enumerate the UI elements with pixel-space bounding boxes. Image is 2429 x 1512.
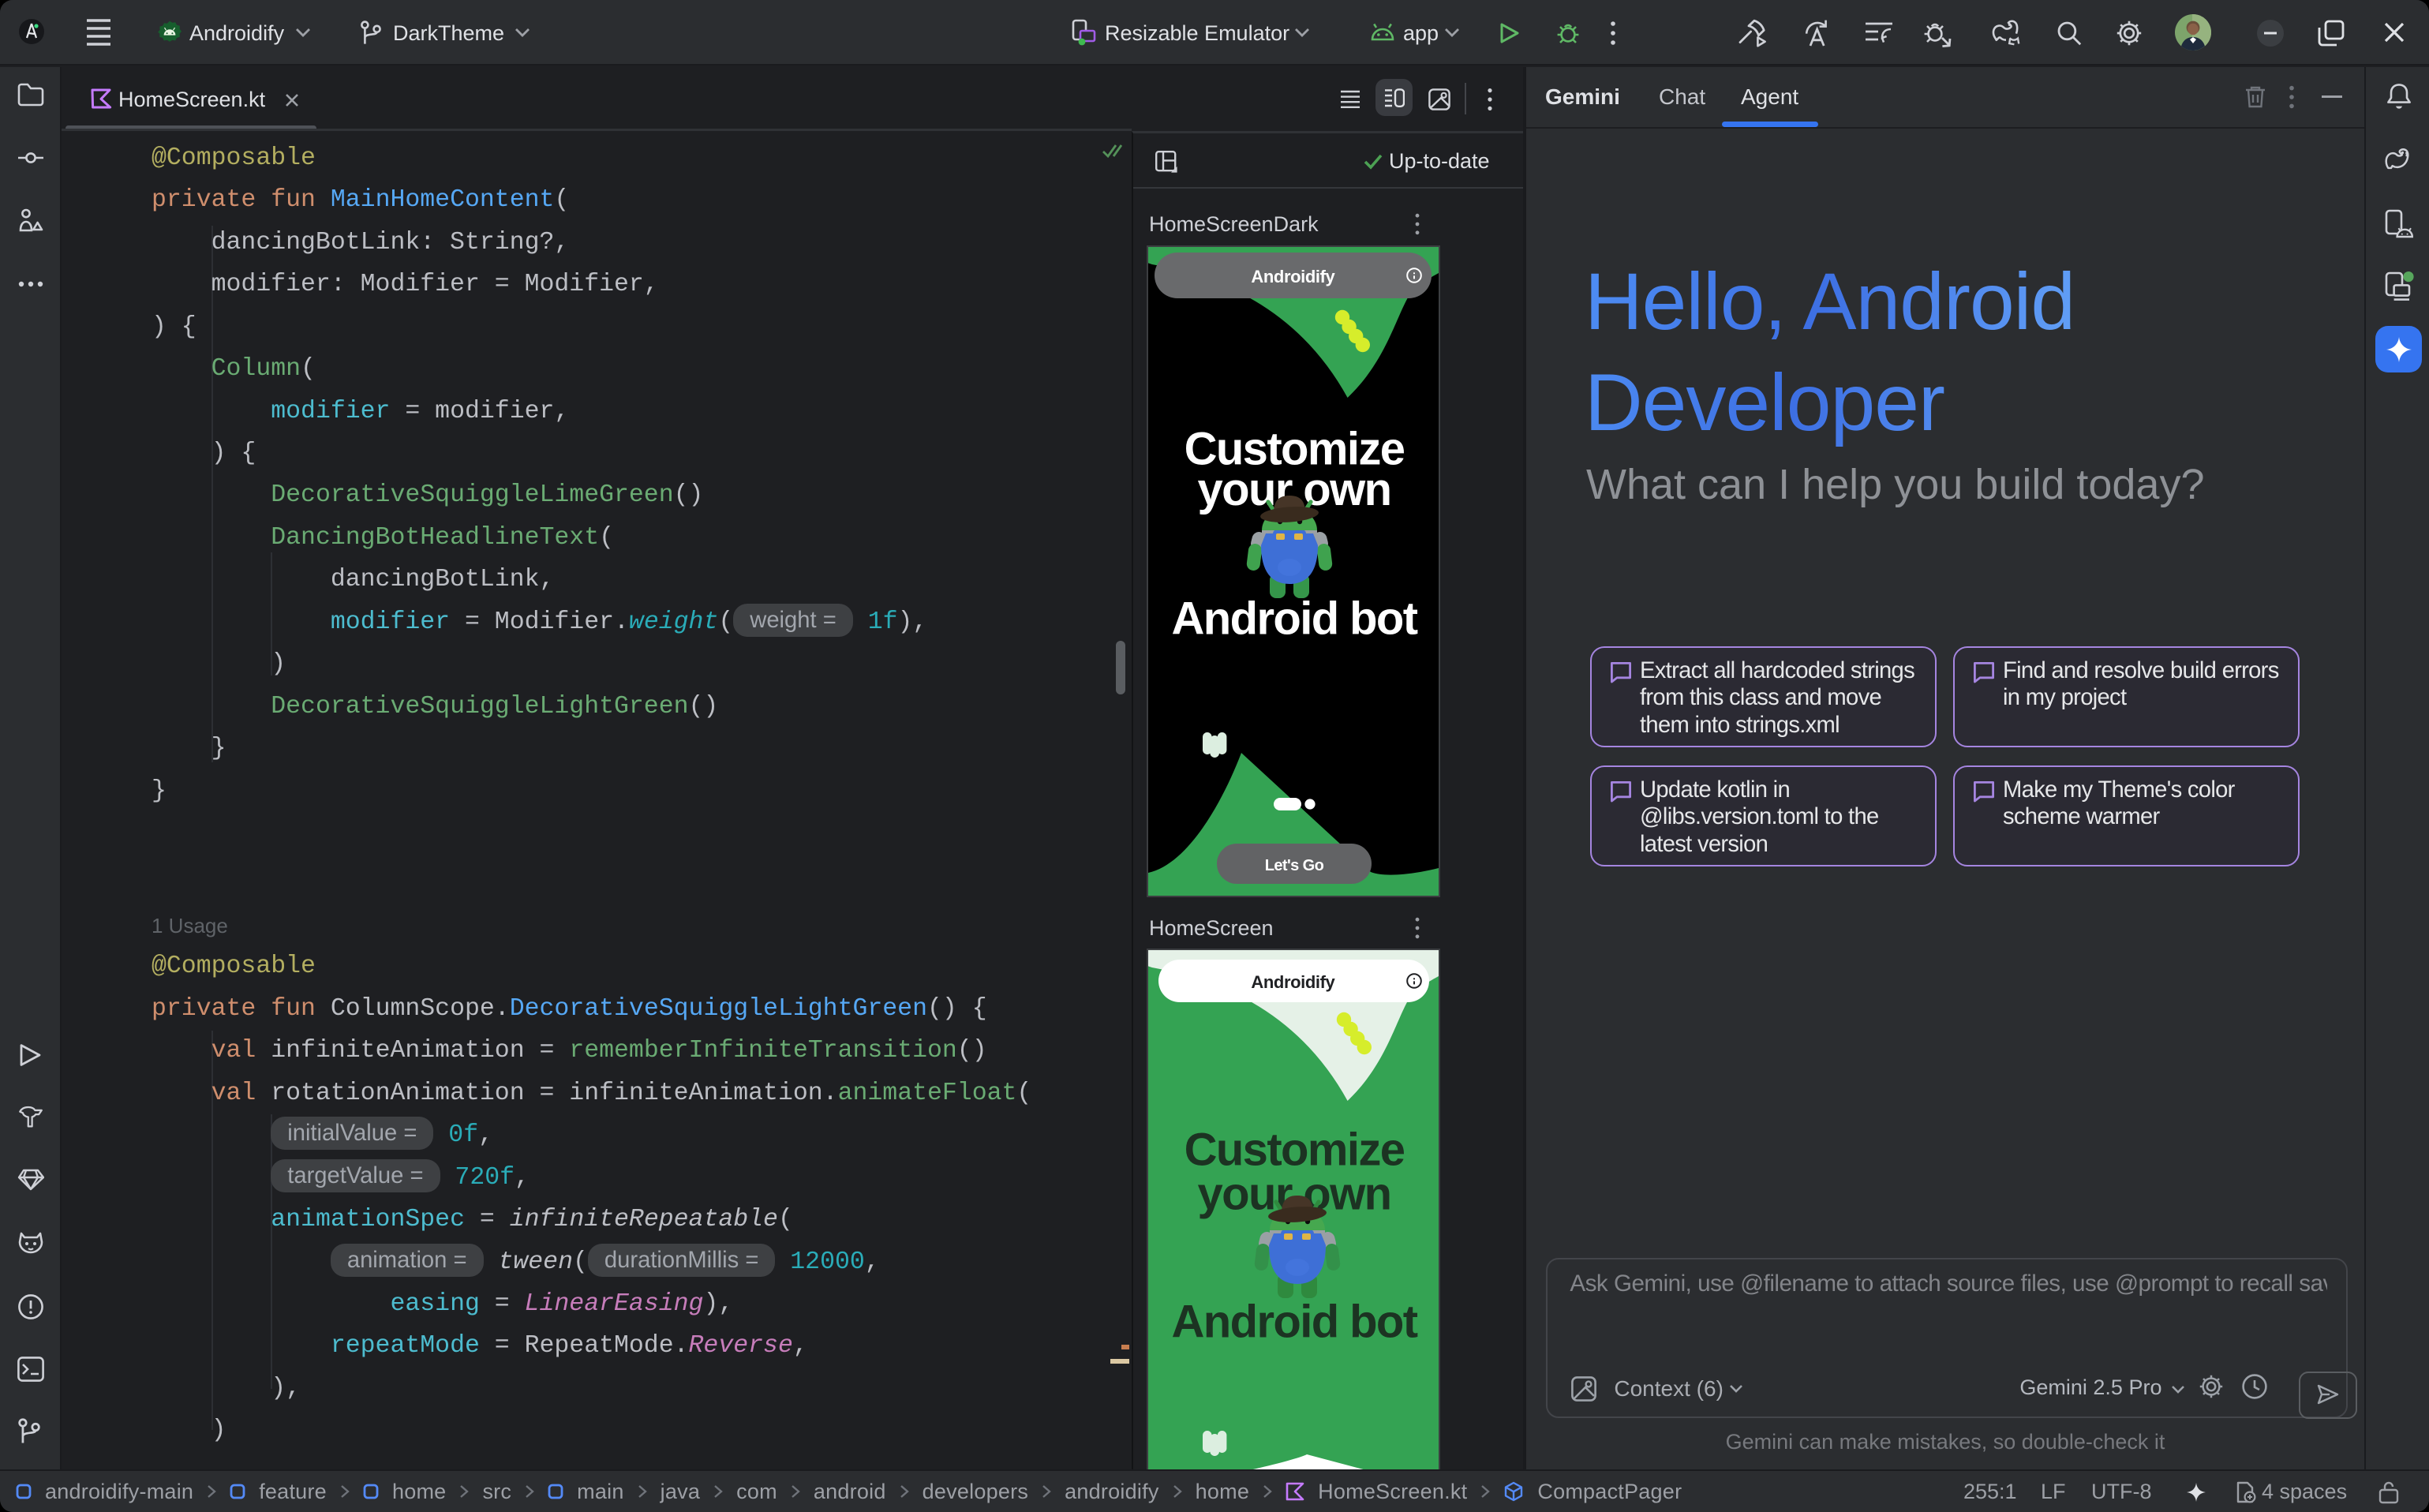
svg-text:Androidify: Androidify — [1251, 267, 1335, 286]
svg-text:Android bot: Android bot — [1172, 593, 1418, 644]
svg-text:Android bot: Android bot — [1172, 1296, 1418, 1347]
svg-text:Androidify: Androidify — [1251, 972, 1335, 992]
svg-text:Let's Go: Let's Go — [1265, 857, 1324, 874]
